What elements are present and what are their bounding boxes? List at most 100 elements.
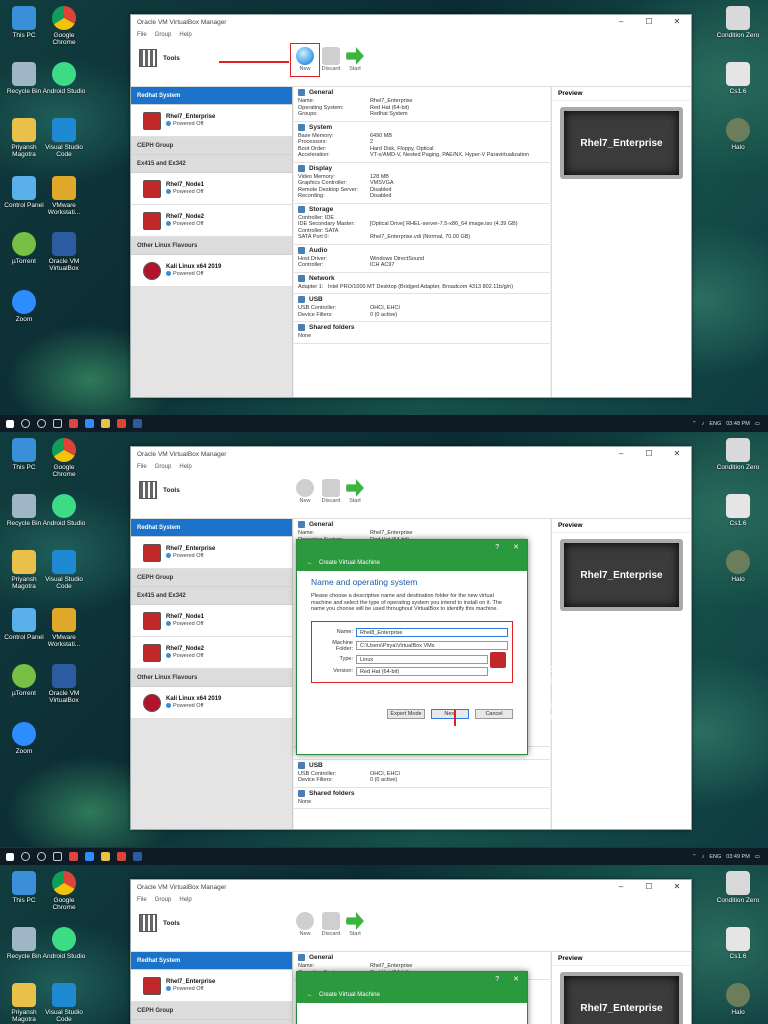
maximize-button[interactable]: ☐ bbox=[635, 447, 663, 461]
next-button[interactable]: Next bbox=[431, 708, 469, 719]
version-select[interactable]: Red Hat (64-bit) bbox=[356, 666, 488, 676]
vmware-icon[interactable]: VMware Workstati... bbox=[42, 608, 86, 648]
vm-item-kali[interactable]: Kali Linux x64 2019 Powered Off bbox=[131, 687, 292, 719]
cancel-button[interactable]: Cancel bbox=[475, 708, 513, 719]
app-icon[interactable] bbox=[69, 419, 78, 428]
recycle-bin-icon[interactable]: Recycle Bin bbox=[2, 927, 46, 960]
start-button[interactable]: Start bbox=[343, 45, 367, 72]
notification-icon[interactable]: ▭ bbox=[755, 854, 760, 860]
vm-item-rhel7-enterprise[interactable]: Rhel7_Enterprise Powered Off bbox=[131, 970, 292, 1002]
minimize-button[interactable]: – bbox=[607, 447, 635, 461]
search-icon[interactable] bbox=[21, 419, 30, 428]
language-indicator[interactable]: ENG bbox=[709, 854, 721, 860]
back-arrow-icon[interactable]: ← bbox=[307, 992, 313, 998]
discard-button[interactable]: Discard bbox=[319, 910, 343, 937]
group-ceph[interactable]: CEPH Group bbox=[131, 1002, 292, 1020]
cs-condition-zero-icon[interactable]: Condition Zero bbox=[716, 6, 760, 39]
zoom-icon[interactable]: Zoom bbox=[2, 722, 46, 755]
close-button[interactable]: ✕ bbox=[663, 880, 691, 894]
dialog-close-button[interactable]: ✕ bbox=[513, 543, 519, 551]
back-arrow-icon[interactable]: ← bbox=[307, 560, 313, 566]
chrome-icon[interactable]: Google Chrome bbox=[42, 6, 86, 46]
new-button[interactable]: New bbox=[293, 910, 317, 937]
app-icon[interactable] bbox=[117, 419, 126, 428]
start-button[interactable]: Start bbox=[343, 910, 367, 937]
menu-group[interactable]: Group bbox=[155, 32, 172, 38]
help-button[interactable]: ? bbox=[495, 976, 499, 983]
android-studio-icon[interactable]: Android Studio bbox=[42, 62, 86, 95]
app-icon[interactable] bbox=[101, 419, 110, 428]
group-ex415[interactable]: Ex415 and Ex342 bbox=[131, 587, 292, 605]
clock[interactable]: 03:48 PM bbox=[726, 421, 750, 427]
app-icon[interactable] bbox=[133, 852, 142, 861]
close-button[interactable]: ✕ bbox=[663, 447, 691, 461]
vscode-icon[interactable]: Visual Studio Code bbox=[42, 118, 86, 158]
app-icon[interactable] bbox=[85, 419, 94, 428]
menu-group[interactable]: Group bbox=[155, 464, 172, 470]
control-panel-icon[interactable]: Control Panel bbox=[2, 608, 46, 641]
vm-item-rhel7-node2[interactable]: Rhel7_Node2 Powered Off bbox=[131, 205, 292, 237]
halo-icon[interactable]: Halo bbox=[716, 983, 760, 1016]
cs16-icon[interactable]: Cs1.6 bbox=[716, 62, 760, 95]
folder-icon[interactable]: Priyansh Magotra bbox=[2, 550, 46, 590]
vscode-icon[interactable]: Visual Studio Code bbox=[42, 983, 86, 1023]
app-icon[interactable] bbox=[101, 852, 110, 861]
android-studio-icon[interactable]: Android Studio bbox=[42, 927, 86, 960]
vmware-icon[interactable]: VMware Workstati... bbox=[42, 176, 86, 216]
group-ex415[interactable]: Ex415 and Ex342 bbox=[131, 1020, 292, 1024]
utorrent-icon[interactable]: µTorrent bbox=[2, 664, 46, 697]
control-panel-icon[interactable]: Control Panel bbox=[2, 176, 46, 209]
notification-icon[interactable]: ▭ bbox=[755, 421, 760, 427]
menu-group[interactable]: Group bbox=[155, 897, 172, 903]
cs-condition-zero-icon[interactable]: Condition Zero bbox=[716, 438, 760, 471]
group-redhat-system[interactable]: Redhat System bbox=[131, 519, 292, 537]
search-icon[interactable] bbox=[21, 852, 30, 861]
help-button[interactable]: ? bbox=[495, 544, 499, 551]
menu-help[interactable]: Help bbox=[179, 897, 191, 903]
vm-item-rhel7-enterprise[interactable]: Rhel7_Enterprise Powered Off bbox=[131, 105, 292, 137]
menu-help[interactable]: Help bbox=[179, 32, 191, 38]
android-studio-icon[interactable]: Android Studio bbox=[42, 494, 86, 527]
task-view-icon[interactable] bbox=[53, 852, 62, 861]
chrome-icon[interactable]: Google Chrome bbox=[42, 871, 86, 911]
volume-icon[interactable]: ♪ bbox=[702, 421, 705, 427]
group-redhat-system[interactable]: Redhat System bbox=[131, 87, 292, 105]
expert-mode-button[interactable]: Expert Mode bbox=[387, 708, 425, 719]
vm-item-rhel7-node1[interactable]: Rhel7_Node1 Powered Off bbox=[131, 605, 292, 637]
app-icon[interactable] bbox=[85, 852, 94, 861]
utorrent-icon[interactable]: µTorrent bbox=[2, 232, 46, 265]
vm-item-rhel7-node1[interactable]: Rhel7_Node1 Powered Off bbox=[131, 173, 292, 205]
folder-icon[interactable]: Priyansh Magotra bbox=[2, 983, 46, 1023]
zoom-icon[interactable]: Zoom bbox=[2, 290, 46, 323]
app-icon[interactable] bbox=[69, 852, 78, 861]
cs16-icon[interactable]: Cs1.6 bbox=[716, 494, 760, 527]
wifi-icon[interactable]: ⌃ bbox=[692, 421, 697, 427]
this-pc-icon[interactable]: This PC bbox=[2, 6, 46, 39]
maximize-button[interactable]: ☐ bbox=[635, 880, 663, 894]
start-button[interactable]: Start bbox=[343, 477, 367, 504]
group-other-linux[interactable]: Other Linux Flavours bbox=[131, 237, 292, 255]
clock[interactable]: 03:49 PM bbox=[726, 854, 750, 860]
new-button[interactable]: New bbox=[293, 477, 317, 504]
app-icon[interactable] bbox=[117, 852, 126, 861]
start-icon[interactable] bbox=[6, 419, 14, 428]
group-ceph[interactable]: CEPH Group bbox=[131, 137, 292, 155]
tools-button[interactable]: Tools bbox=[139, 481, 180, 499]
minimize-button[interactable]: – bbox=[607, 15, 635, 29]
cs-condition-zero-icon[interactable]: Condition Zero bbox=[716, 871, 760, 904]
virtualbox-icon[interactable]: Oracle VM VirtualBox bbox=[42, 232, 86, 272]
this-pc-icon[interactable]: This PC bbox=[2, 871, 46, 904]
start-icon[interactable] bbox=[6, 852, 14, 861]
wifi-icon[interactable]: ⌃ bbox=[692, 854, 697, 860]
vm-item-rhel7-node2[interactable]: Rhel7_Node2 Powered Off bbox=[131, 637, 292, 669]
volume-icon[interactable]: ♪ bbox=[702, 854, 705, 860]
menu-file[interactable]: File bbox=[137, 897, 147, 903]
name-field[interactable]: Rhel8_Enterprise bbox=[356, 627, 508, 637]
this-pc-icon[interactable]: This PC bbox=[2, 438, 46, 471]
vm-item-kali[interactable]: Kali Linux x64 2019 Powered Off bbox=[131, 255, 292, 287]
close-button[interactable]: ✕ bbox=[663, 15, 691, 29]
halo-icon[interactable]: Halo bbox=[716, 118, 760, 151]
language-indicator[interactable]: ENG bbox=[709, 421, 721, 427]
dialog-close-button[interactable]: ✕ bbox=[513, 975, 519, 983]
app-icon[interactable] bbox=[133, 419, 142, 428]
